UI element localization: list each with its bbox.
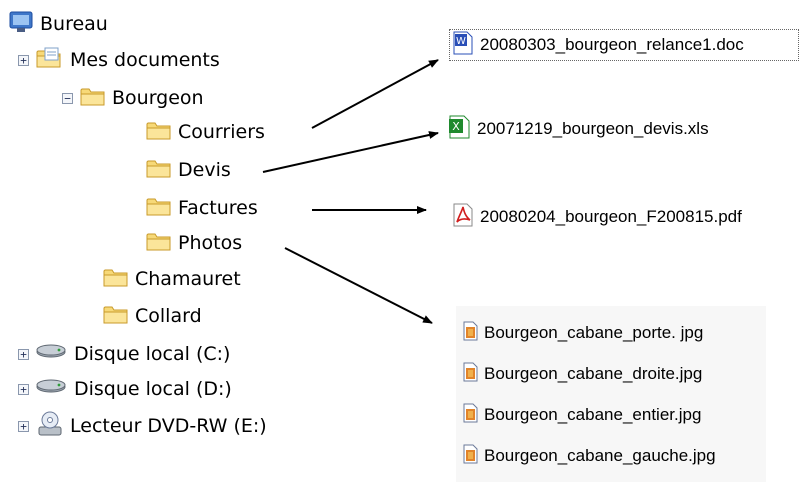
arrow-photos-to-images [284, 247, 433, 324]
arrow-layer [262, 59, 439, 324]
arrow-devis-to-xls [262, 131, 439, 173]
arrow-courriers-to-doc [311, 59, 439, 129]
